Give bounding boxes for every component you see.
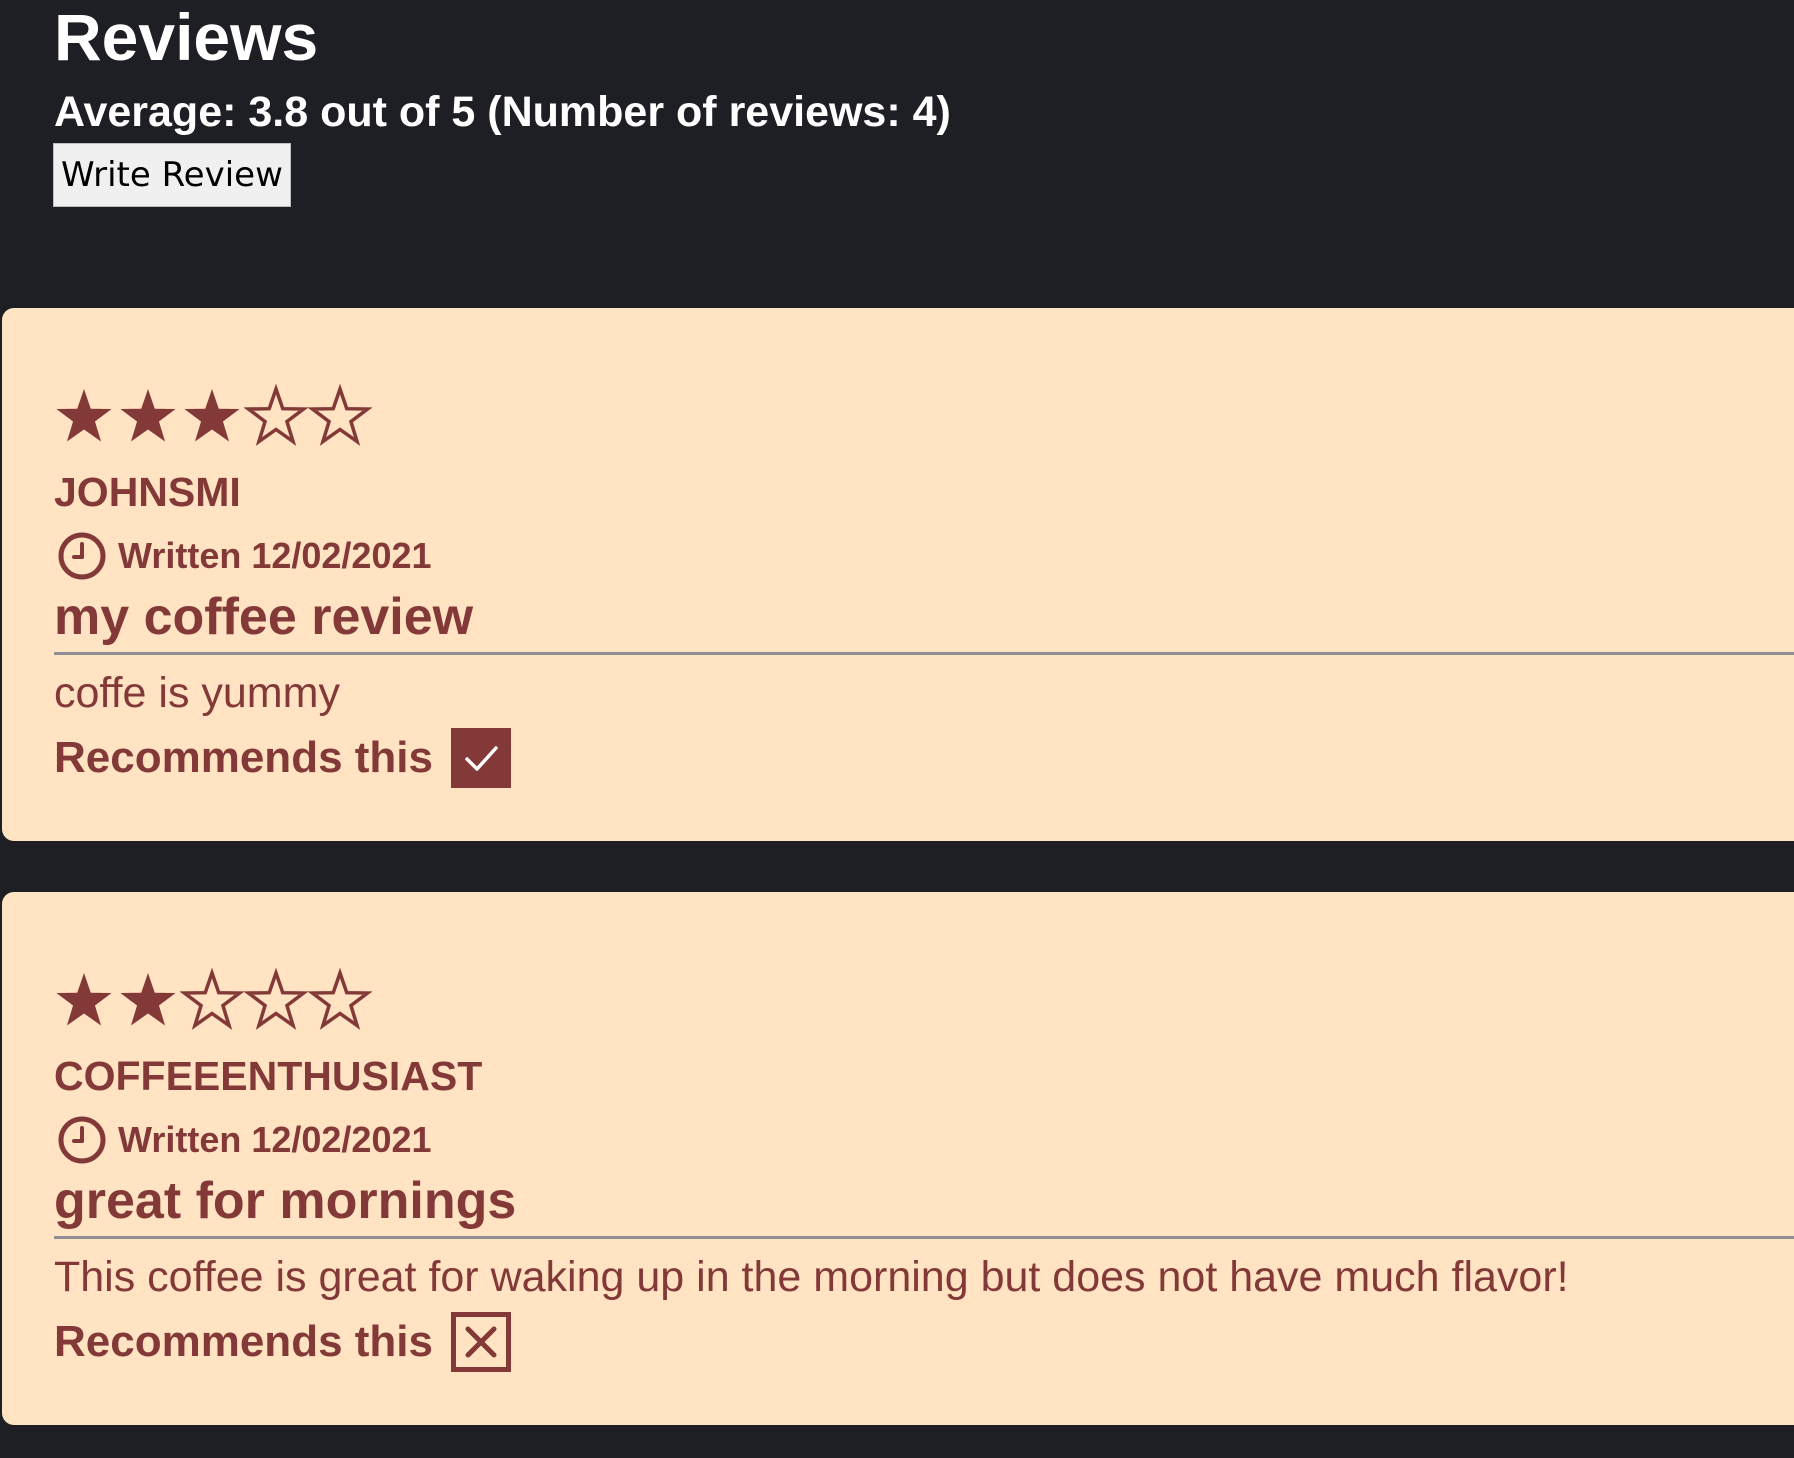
- review-date: Written 12/02/2021: [118, 535, 432, 576]
- average-rating-summary: Average: 3.8 out of 5 (Number of reviews…: [54, 88, 951, 136]
- recommends-label: Recommends this: [54, 1317, 433, 1366]
- recommends-row: Recommends this: [54, 1312, 511, 1372]
- review-date: Written 12/02/2021: [118, 1119, 432, 1160]
- clock-icon: [58, 532, 106, 580]
- check-icon: [450, 728, 511, 788]
- page-title: Reviews: [54, 0, 319, 74]
- star-empty-icon: [308, 384, 372, 446]
- review-card: JOHNSMI Written 12/02/2021 my coffee rev…: [2, 308, 1794, 841]
- review-author: COFFEEENTHUSIAST: [54, 1053, 483, 1099]
- write-review-button[interactable]: Write Review: [53, 143, 291, 207]
- review-body: This coffee is great for waking up in th…: [54, 1253, 1569, 1301]
- review-card: COFFEEENTHUSIAST Written 12/02/2021 grea…: [2, 892, 1794, 1425]
- recommends-row: Recommends this: [54, 728, 511, 788]
- star-empty-icon: [180, 968, 244, 1030]
- star-filled-icon: [56, 389, 112, 442]
- review-title: great for mornings: [54, 1172, 517, 1230]
- recommends-label: Recommends this: [54, 733, 433, 782]
- star-filled-icon: [184, 389, 240, 442]
- review-date-row: Written 12/02/2021: [56, 530, 432, 582]
- reviews-page: Reviews Average: 3.8 out of 5 (Number of…: [0, 0, 1794, 1458]
- review-title: my coffee review: [54, 588, 474, 646]
- star-filled-icon: [56, 973, 112, 1026]
- star-empty-icon: [244, 968, 308, 1030]
- divider: [54, 652, 1794, 655]
- review-date-row: Written 12/02/2021: [56, 1114, 432, 1166]
- x-icon: [450, 1312, 511, 1372]
- divider: [54, 1236, 1794, 1239]
- review-body: coffe is yummy: [54, 669, 340, 717]
- review-author: JOHNSMI: [54, 469, 241, 515]
- clock-icon: [58, 1116, 106, 1164]
- star-filled-icon: [120, 973, 176, 1026]
- star-empty-icon: [308, 968, 372, 1030]
- star-empty-icon: [244, 384, 308, 446]
- star-rating: [52, 968, 372, 1032]
- star-filled-icon: [120, 389, 176, 442]
- star-rating: [52, 384, 372, 448]
